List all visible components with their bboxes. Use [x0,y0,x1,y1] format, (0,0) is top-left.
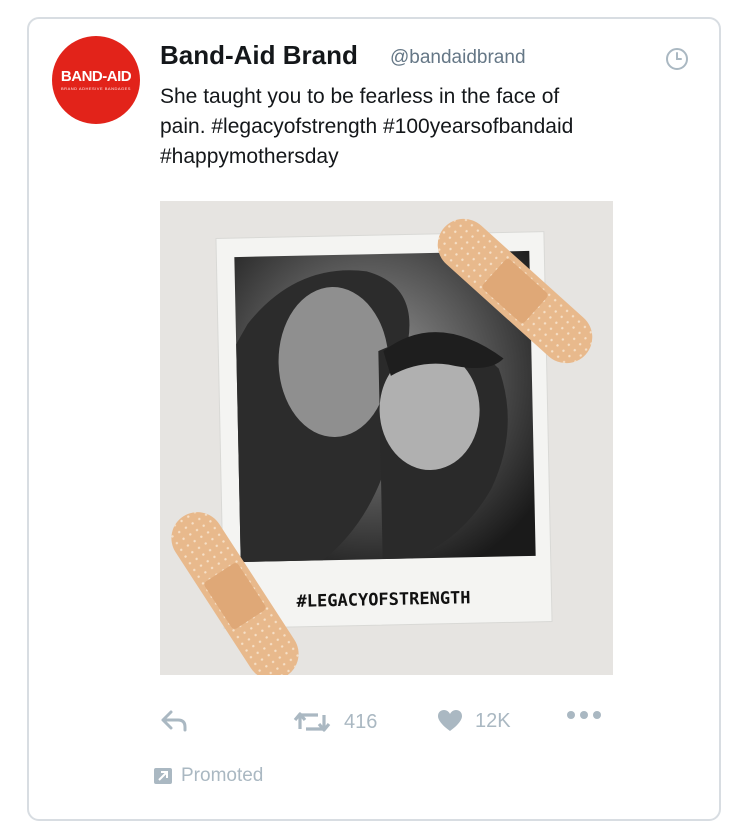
tweet-text: She taught you to be fearless in the fac… [160,82,630,172]
promoted-icon [154,768,172,784]
photo-caption: #LEGACYOFSTRENGTH [296,588,470,612]
retweet-count: 416 [344,710,378,733]
heart-icon [438,710,462,731]
reply-icon [161,710,187,732]
tweet-text-line: pain. #legacyofstrength #100yearsofbanda… [160,115,574,138]
promoted-text: Promoted [181,765,264,786]
logo-text: BAND-AID [60,68,132,85]
more-icon [567,711,601,719]
retweet-button[interactable]: 416 [292,709,377,735]
account-name[interactable]: Band-Aid Brand [160,40,358,71]
account-handle[interactable]: @bandaidbrand [390,47,526,69]
reply-button[interactable] [160,709,188,733]
avatar[interactable]: BAND-AID BRAND ADHESIVE BANDAGES [52,36,140,124]
clock-icon[interactable] [665,47,689,71]
tweet-text-line: #happymothersday [160,145,339,168]
tweet-text-line: She taught you to be fearless in the fac… [160,85,560,108]
logo-subtext: BRAND ADHESIVE BANDAGES [61,86,131,91]
promoted-label: Promoted [153,765,263,787]
retweet-icon [293,712,331,732]
tweet-photo[interactable]: #LEGACYOFSTRENGTH [160,201,613,675]
like-count: 12K [475,709,511,732]
like-button[interactable]: 12K [437,709,511,733]
more-button[interactable] [566,709,602,721]
